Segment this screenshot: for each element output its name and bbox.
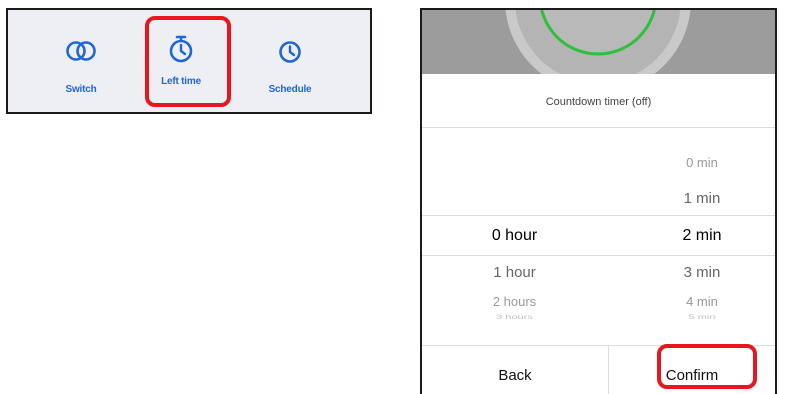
device-tab-bar: Switch Left time Schedule xyxy=(6,8,372,114)
double-circle-icon xyxy=(65,40,97,67)
highlight-box xyxy=(145,16,231,107)
divider xyxy=(422,127,775,128)
minute-option[interactable]: 1 min xyxy=(632,190,772,207)
hour-option-selected[interactable]: 0 hour xyxy=(422,227,607,245)
back-button[interactable]: Back xyxy=(422,355,608,394)
tab-switch[interactable]: Switch xyxy=(36,10,126,112)
minute-option-selected[interactable]: 2 min xyxy=(632,227,772,245)
tab-label: Schedule xyxy=(268,84,312,95)
minute-option[interactable]: 0 min xyxy=(632,155,772,170)
dial-ring-icon xyxy=(505,10,691,74)
minute-option[interactable]: 5 min xyxy=(632,313,772,320)
dialog-title: Countdown timer (off) xyxy=(545,96,652,108)
picker-selection-line xyxy=(422,255,775,256)
hour-option[interactable]: 1 hour xyxy=(422,264,607,281)
tab-label: Switch xyxy=(65,84,97,95)
minute-option[interactable]: 3 min xyxy=(632,264,772,281)
minute-option[interactable]: 4 min xyxy=(632,294,772,309)
device-dial-preview xyxy=(422,10,775,74)
hour-option[interactable]: 3 hours xyxy=(422,313,607,320)
hour-option[interactable]: 2 hours xyxy=(422,294,607,309)
tab-schedule[interactable]: Schedule xyxy=(245,10,335,112)
clock-icon xyxy=(278,40,302,69)
highlight-box xyxy=(657,344,757,389)
countdown-dialog: Countdown timer (off) 0 min 1 min 2 min … xyxy=(420,8,777,394)
picker-selection-line xyxy=(422,215,775,216)
